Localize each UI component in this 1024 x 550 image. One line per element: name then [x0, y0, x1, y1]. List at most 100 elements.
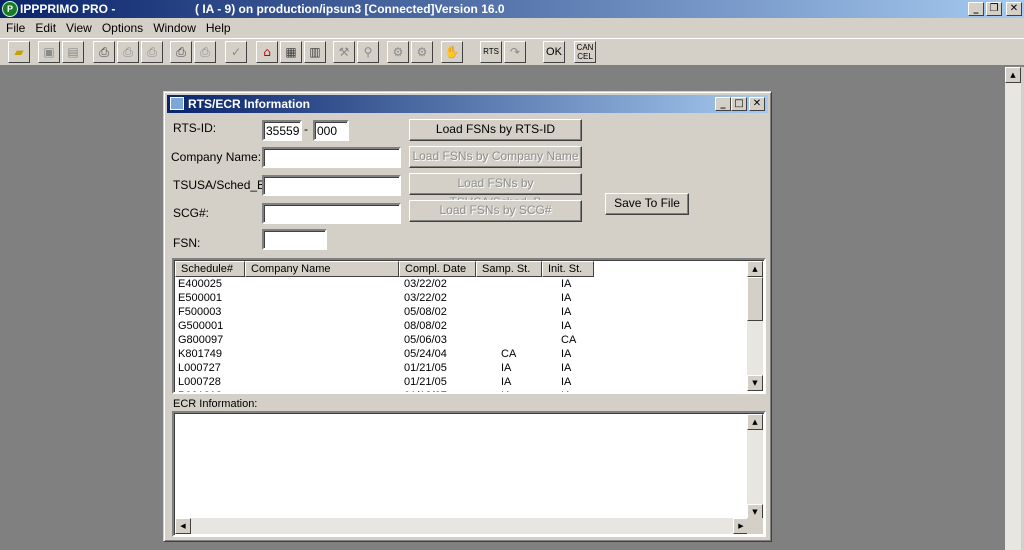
fsn-field[interactable] [262, 229, 327, 250]
cell-init: IA [561, 306, 572, 318]
connection-info: ( IA - 9) on production/ipsun3 [Connecte… [195, 2, 505, 16]
main-title-bar[interactable]: P IPPPRIMO PRO - ( IA - 9) on production… [0, 0, 1024, 18]
app-logo-icon: P [2, 1, 18, 17]
cell-date: 05/06/03 [404, 334, 447, 346]
cell-schedule: L000728 [178, 376, 221, 388]
rts-id-label: RTS-ID: [173, 121, 217, 135]
ecr-information-label: ECR Information: [173, 398, 258, 410]
menu-options[interactable]: Options [98, 18, 149, 38]
list-scroll-thumb[interactable] [747, 277, 763, 321]
menu-bar: File Edit View Options Window Help [0, 18, 1024, 38]
cell-schedule: L000727 [178, 362, 221, 374]
print-icon[interactable]: ⎙ [93, 41, 115, 63]
company-name-field[interactable] [262, 147, 401, 168]
dialog-window-icon [170, 97, 184, 110]
column-samp-st[interactable]: Samp. St. [476, 261, 542, 277]
fsn-list[interactable]: Schedule# Company Name Compl. Date Samp.… [172, 258, 766, 394]
cell-init: IA [561, 362, 572, 374]
cancel-label-line1: CAN [576, 43, 594, 52]
cell-date: 01/12/07 [404, 390, 447, 392]
calendar-icon[interactable]: ▥ [304, 41, 326, 63]
restore-icon[interactable]: ❐ [986, 2, 1002, 16]
close-icon[interactable]: ✕ [1006, 2, 1022, 16]
load-fsns-by-tsusa-button[interactable]: Load FSNs by TSUSA/Sched_B [409, 173, 582, 209]
ok-button[interactable]: OK [543, 41, 565, 63]
cell-date: 03/22/02 [404, 278, 447, 290]
cancel-button[interactable]: CAN CEL [574, 41, 596, 63]
gears-icon[interactable]: ⚙ [387, 41, 409, 63]
column-company-name[interactable]: Company Name [245, 261, 399, 277]
rts-id-suffix-field[interactable]: 000 [313, 120, 349, 141]
print-setup-icon[interactable]: ⎙ [141, 41, 163, 63]
main-vertical-scrollbar[interactable]: ▲ [1005, 67, 1021, 550]
dialog-title: RTS/ECR Information [188, 97, 310, 111]
column-schedule[interactable]: Schedule# [175, 261, 245, 277]
cell-samp: IA [501, 376, 512, 388]
toolbar: ▰ ▣ ▤ ⎙ ⎙ ⎙ ⎙ ⎙ ✓ ⌂ ▦ ▥ ⚒ ⚲ ⚙ ⚙ ✋ RTS ↷ … [0, 38, 1024, 66]
list-scroll-down-icon[interactable]: ▼ [747, 375, 763, 391]
open-folder-icon[interactable]: ▰ [8, 41, 30, 63]
cell-date: 01/21/05 [404, 376, 447, 388]
menu-help[interactable]: Help [202, 18, 237, 38]
cell-date: 05/08/02 [404, 306, 447, 318]
scroll-up-icon[interactable]: ▲ [1005, 67, 1021, 83]
column-compl-date[interactable]: Compl. Date [399, 261, 476, 277]
cell-schedule: K801749 [178, 348, 223, 360]
save-to-file-button[interactable]: Save To File [605, 193, 689, 215]
rts-id-field[interactable]: 35559 [262, 120, 302, 141]
ecr-information-textarea[interactable]: ▲ ▼ ◀ ▶ [172, 411, 766, 537]
cell-init: IA [561, 278, 572, 290]
menu-edit[interactable]: Edit [31, 18, 62, 38]
load-fsns-by-company-button[interactable]: Load FSNs by Company Name [409, 146, 582, 168]
ecr-scroll-up-icon[interactable]: ▲ [747, 414, 763, 430]
print-preview-icon[interactable]: ⎙ [117, 41, 139, 63]
hand-icon[interactable]: ✋ [441, 41, 463, 63]
cell-samp: IA [501, 390, 511, 392]
cell-samp: CA [501, 348, 517, 360]
grid-icon[interactable]: ▦ [280, 41, 302, 63]
rts-button[interactable]: RTS [480, 41, 502, 63]
cell-date: 08/08/02 [404, 320, 447, 332]
menu-file[interactable]: File [2, 18, 31, 38]
fsn-label: FSN: [173, 236, 201, 250]
redo-icon[interactable]: ↷ [504, 41, 526, 63]
save-all-icon[interactable]: ▤ [62, 41, 84, 63]
tools-icon[interactable]: ⚒ [333, 41, 355, 63]
scg-field[interactable] [262, 203, 401, 224]
checkmark-icon[interactable]: ✓ [225, 41, 247, 63]
size-grip [747, 518, 763, 534]
dialog-title-bar[interactable]: RTS/ECR Information _ □ ✕ [167, 95, 768, 113]
menu-window[interactable]: Window [149, 18, 202, 38]
cell-schedule: E400025 [178, 278, 223, 290]
report-preview-icon[interactable]: ⎙ [194, 41, 216, 63]
save-icon[interactable]: ▣ [38, 41, 60, 63]
ecr-horizontal-scrollbar[interactable]: ◀ ▶ [175, 518, 749, 534]
cell-init: IA [561, 348, 572, 360]
ecr-vertical-scrollbar[interactable]: ▲ ▼ [747, 414, 763, 520]
company-name-label: Company Name: [171, 150, 262, 164]
cell-date: 01/21/05 [404, 362, 447, 374]
home-icon[interactable]: ⌂ [256, 41, 278, 63]
cell-schedule: G800097 [178, 334, 224, 346]
load-fsns-by-scg-button[interactable]: Load FSNs by SCG# [409, 200, 582, 222]
load-fsns-by-rts-id-button[interactable]: Load FSNs by RTS-ID [409, 119, 582, 141]
dialog-maximize-icon[interactable]: □ [731, 97, 747, 111]
list-header: Schedule# Company Name Compl. Date Samp.… [175, 261, 594, 277]
tsusa-field[interactable] [262, 175, 401, 196]
list-scroll-up-icon[interactable]: ▲ [747, 261, 763, 277]
cell-init: IA [561, 390, 571, 392]
menu-view[interactable]: View [62, 18, 98, 38]
list-vertical-scrollbar[interactable]: ▲ ▼ [747, 261, 763, 391]
column-init-st[interactable]: Init. St. [542, 261, 594, 277]
cell-schedule: P001313 [178, 390, 222, 392]
scg-label: SCG#: [173, 206, 210, 220]
gear-icon[interactable]: ⚙ [411, 41, 433, 63]
cancel-label-line2: CEL [577, 52, 593, 61]
report-icon[interactable]: ⎙ [170, 41, 192, 63]
cell-schedule: F500003 [178, 306, 222, 318]
dialog-minimize-icon[interactable]: _ [715, 97, 731, 111]
search-tool-icon[interactable]: ⚲ [357, 41, 379, 63]
minimize-icon[interactable]: _ [968, 2, 984, 16]
ecr-scroll-left-icon[interactable]: ◀ [175, 518, 191, 534]
dialog-close-icon[interactable]: ✕ [749, 97, 765, 111]
